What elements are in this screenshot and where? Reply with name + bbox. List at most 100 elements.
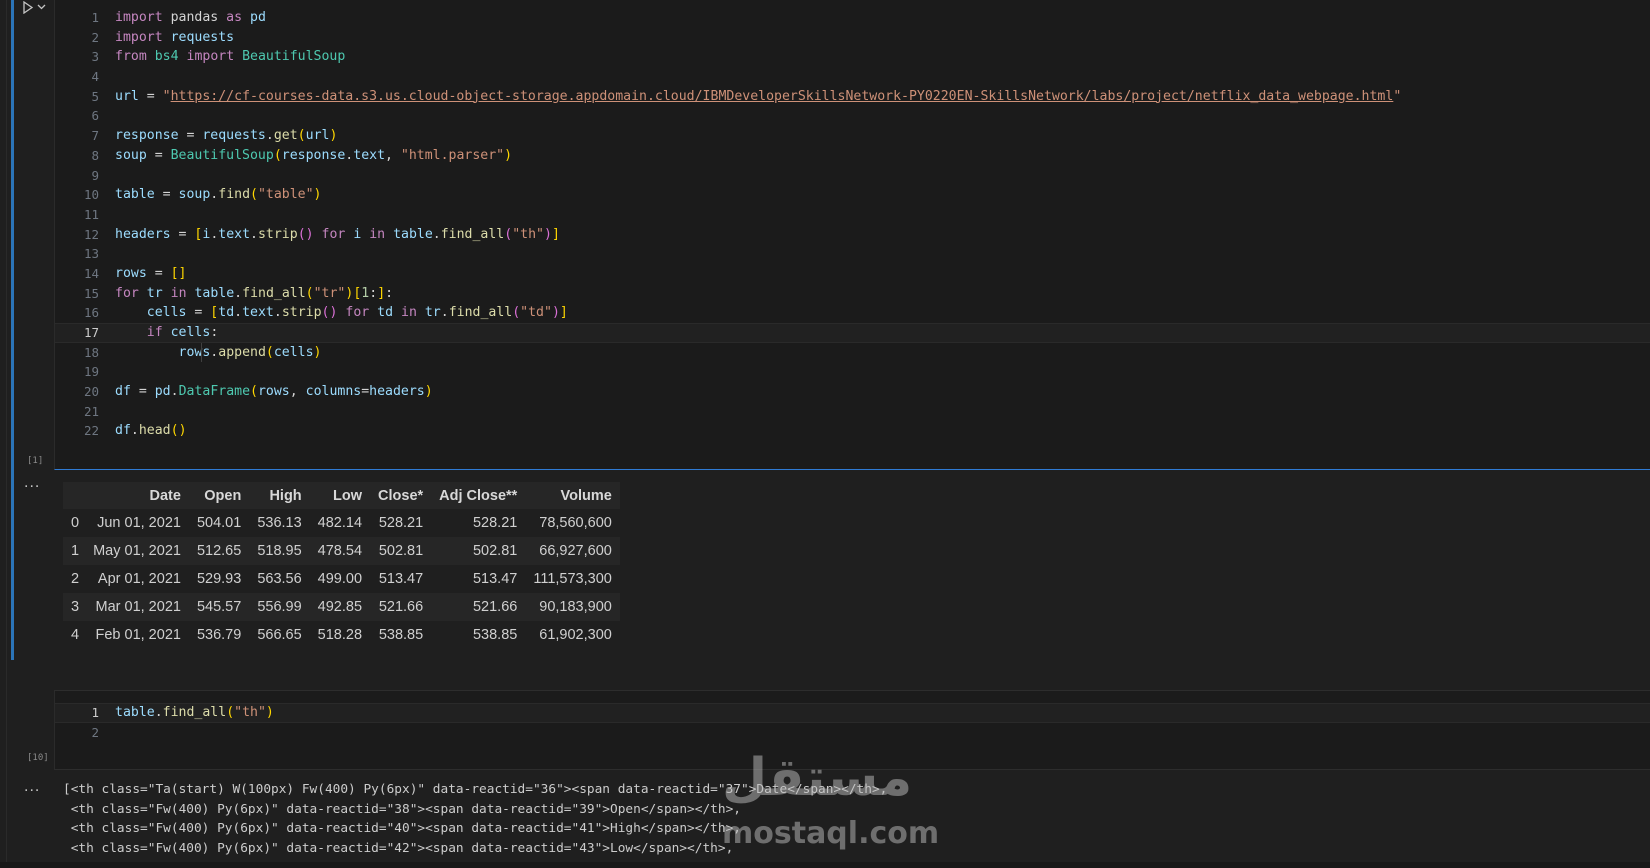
code-line[interactable]: 1 import pandas as pd	[55, 8, 1650, 28]
code-line[interactable]: 1 table.find_all("th")	[55, 703, 1650, 723]
table-header-row: Date Open High Low Close* Adj Close** Volume	[63, 482, 620, 509]
line-number: 11	[83, 206, 99, 222]
table-cell: 528.21	[472, 515, 518, 531]
line-number: 6	[91, 108, 99, 124]
run-cell-control[interactable]	[22, 0, 46, 14]
column-header	[63, 482, 86, 509]
code-line[interactable]: 17 if cells:	[55, 323, 1650, 343]
code-cell-1[interactable]: 1 import pandas as pd 2 import requests 3 fro…	[54, 0, 1650, 470]
code-line[interactable]: 3 from bs4 import BeautifulSoup	[55, 47, 1650, 67]
code-text[interactable]: table.find_all("th")	[115, 704, 274, 722]
line-number: 19	[83, 364, 99, 380]
table-cell: 521.66	[370, 593, 432, 621]
gutter-divider	[6, 0, 7, 868]
table-cell: 512.65	[188, 537, 250, 565]
table-cell: 518.95	[249, 537, 310, 565]
table-cell: 521.66	[431, 593, 526, 621]
table-cell: 502.81	[370, 537, 432, 565]
code-editor[interactable]: 1 import pandas as pd 2 import requests 3 fro…	[55, 8, 1650, 441]
code-line[interactable]: 20 df = pd.DataFrame(rows, columns=header…	[55, 382, 1650, 402]
column-header: Adj Close**	[431, 482, 526, 509]
column-header: Date	[85, 482, 189, 509]
output-menu-ellipsis-icon[interactable]: ...	[24, 474, 40, 492]
code-line[interactable]: 12 headers = [i.text.strip() for i in tab…	[55, 225, 1650, 245]
code-line[interactable]: 4	[55, 67, 1650, 87]
table-cell: 566.65	[257, 627, 302, 643]
line-number: 5	[91, 88, 99, 104]
code-line[interactable]: 6	[55, 106, 1650, 126]
code-line[interactable]: 5 url = "https://cf-courses-data.s3.us.cl…	[55, 87, 1650, 107]
watermark-arabic-text: مستقل	[722, 748, 913, 808]
code-text[interactable]: headers = [i.text.strip() for i in table…	[115, 225, 560, 245]
output-menu-ellipsis-icon[interactable]: ...	[24, 778, 40, 796]
code-line[interactable]: 13	[55, 244, 1650, 264]
code-text[interactable]: import requests	[115, 28, 234, 48]
table-cell: 111,573,300	[533, 571, 612, 587]
cell-focus-indicator	[11, 0, 14, 660]
table-cell: 61,902,300	[539, 627, 612, 643]
table-row: 0 Jun 01, 2021 504.01 536.13 482.14 528.21 528…	[63, 509, 620, 537]
code-line[interactable]: 9	[55, 166, 1650, 186]
code-line[interactable]: 2	[55, 723, 1650, 743]
code-text[interactable]: df.head()	[115, 421, 187, 441]
code-text[interactable]: soup = BeautifulSoup(response.text, "htm…	[115, 146, 512, 166]
code-text[interactable]: df = pd.DataFrame(rows, columns=headers)	[115, 382, 433, 402]
code-editor[interactable]: 1 table.find_all("th") 2	[55, 703, 1650, 742]
table-cell: Mar 01, 2021	[85, 593, 189, 621]
line-number: 22	[83, 423, 99, 439]
table-row: 2 Apr 01, 2021 529.93 563.56 499.00 513.47 513…	[63, 565, 620, 593]
table-cell: 563.56	[257, 571, 302, 587]
code-text[interactable]: if cells:	[115, 324, 219, 342]
table-row: 3 Mar 01, 2021 545.57 556.99 492.85 521.66 521…	[63, 593, 620, 621]
code-line[interactable]: 21	[55, 402, 1650, 422]
line-number: 17	[83, 325, 99, 340]
code-line[interactable]: 15 for tr in table.find_all("tr")[1:]:	[55, 284, 1650, 304]
indent-guide	[201, 342, 202, 363]
table-cell: 536.13	[257, 515, 302, 531]
code-line[interactable]: 10 table = soup.find("table")	[55, 185, 1650, 205]
code-line[interactable]: 14 rows = []	[55, 264, 1650, 284]
chevron-down-icon[interactable]	[37, 4, 46, 10]
code-text[interactable]: from bs4 import BeautifulSoup	[115, 47, 345, 67]
notebook-editor: 1 import pandas as pd 2 import requests 3 fro…	[0, 0, 1650, 868]
line-number: 14	[83, 265, 99, 281]
table-cell: 518.28	[317, 627, 363, 643]
line-number: 2	[91, 29, 99, 45]
execution-count: [1]	[27, 456, 44, 466]
table-cell: May 01, 2021	[85, 537, 189, 565]
code-line[interactable]: 11	[55, 205, 1650, 225]
table-cell: 556.99	[249, 593, 310, 621]
code-text[interactable]: response = requests.get(url)	[115, 126, 337, 146]
code-line[interactable]: 18 rows.append(cells)	[55, 342, 1650, 363]
code-text[interactable]: rows = []	[115, 264, 187, 284]
row-index: 4	[71, 627, 80, 643]
table-cell: 538.85	[472, 627, 518, 643]
code-line[interactable]: 2 import requests	[55, 28, 1650, 48]
code-text[interactable]: rows.append(cells)	[115, 343, 322, 363]
row-index: 1	[63, 537, 86, 565]
code-text[interactable]: url = "https://cf-courses-data.s3.us.clo…	[115, 87, 1401, 107]
line-number: 7	[91, 128, 99, 144]
table-cell: 66,927,600	[525, 537, 620, 565]
table-cell: 499.00	[317, 571, 363, 587]
code-text[interactable]: for tr in table.find_all("tr")[1:]:	[115, 284, 393, 304]
column-header: Close*	[370, 482, 432, 509]
line-number: 3	[91, 49, 99, 65]
code-text[interactable]: cells = [td.text.strip() for td in tr.fi…	[115, 303, 568, 323]
line-number: 12	[83, 226, 99, 242]
table-cell: 492.85	[309, 593, 371, 621]
watermark-logo: مستقل mostaql.com	[722, 748, 939, 858]
code-line[interactable]: 22 df.head()	[55, 421, 1650, 441]
code-text[interactable]: import pandas as pd	[115, 8, 266, 28]
row-index: 2	[71, 571, 80, 587]
play-icon[interactable]	[22, 0, 34, 14]
code-line[interactable]: 8 soup = BeautifulSoup(response.text, "ht…	[55, 146, 1650, 166]
code-line[interactable]: 19	[55, 362, 1650, 382]
column-header: Open	[188, 482, 250, 509]
code-text[interactable]: table = soup.find("table")	[115, 185, 322, 205]
code-line[interactable]: 7 response = requests.get(url)	[55, 126, 1650, 146]
code-line[interactable]: 16 cells = [td.text.strip() for td in tr…	[55, 303, 1650, 323]
watermark-latin-text: mostaql.com	[722, 816, 940, 851]
table-cell: 478.54	[309, 537, 371, 565]
table-cell: 528.21	[378, 515, 424, 531]
